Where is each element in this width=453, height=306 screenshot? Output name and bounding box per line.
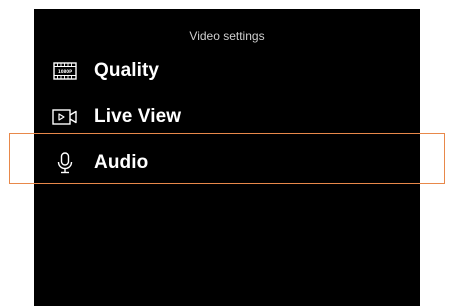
screen-title: Video settings <box>189 29 265 43</box>
video-settings-screen: Video settings 1080P Quality Live View A… <box>34 9 420 306</box>
menu-item-audio[interactable]: Audio <box>34 140 420 186</box>
film-1080p-icon-text: 1080P <box>58 69 72 74</box>
menu-item-quality[interactable]: 1080P Quality <box>34 48 420 94</box>
menu-item-live-view[interactable]: Live View <box>34 94 420 140</box>
menu-item-label: Quality <box>94 60 160 81</box>
menu-item-label: Audio <box>94 152 149 173</box>
menu-item-label: Live View <box>94 106 182 127</box>
film-1080p-icon: 1080P <box>52 60 78 82</box>
video-play-icon <box>52 106 78 128</box>
microphone-icon <box>52 152 78 174</box>
